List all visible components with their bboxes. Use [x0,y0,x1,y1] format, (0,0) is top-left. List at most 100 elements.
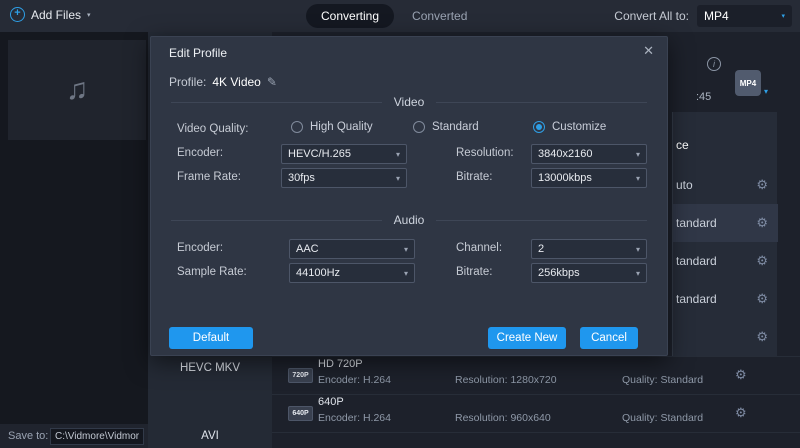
resolution-badge: 720P [288,368,313,383]
video-bitrate-select[interactable]: 13000kbps ▾ [531,168,647,188]
gear-icon[interactable]: ⚙ [756,329,768,345]
gear-icon[interactable]: ⚙ [735,405,747,421]
video-encoder-select[interactable]: HEVC/H.265 ▾ [281,144,407,164]
save-to-bar: Save to: C:\Vidmore\Vidmor [0,424,148,448]
music-note-icon: ♫ [66,73,89,107]
dropdown-item-standard[interactable]: tandard ⚙ [673,242,778,280]
chevron-down-icon: ▾ [87,11,91,19]
audio-bitrate-label: Bitrate: [456,266,492,278]
chevron-down-icon: ▾ [396,174,400,183]
chevron-down-icon: ▾ [404,245,408,254]
save-path-input[interactable]: C:\Vidmore\Vidmor [50,428,144,445]
output-format-dropdown-panel: ce uto ⚙ tandard ⚙ tandard ⚙ tandard ⚙ ⚙ [672,112,777,356]
radio-label: Customize [552,121,606,133]
dropdown-item-standard[interactable]: tandard ⚙ [673,280,778,318]
resolution-select[interactable]: 3840x2160 ▾ [531,144,647,164]
edit-pencil-icon[interactable]: ✎ [267,75,277,89]
create-new-button[interactable]: Create New [488,327,566,349]
format-row-720p[interactable]: 720P HD 720P Encoder: H.264 Resolution: … [272,356,800,394]
app-window: + Add Files ▾ Converting Converted Conve… [0,0,800,448]
chevron-down-icon: ▾ [636,269,640,278]
gear-icon[interactable]: ⚙ [756,177,768,193]
format-quality: Quality: Standard [622,412,703,424]
gear-icon[interactable]: ⚙ [735,367,747,383]
channel-label: Channel: [456,242,502,254]
convert-all-group: Convert All to: MP4 ▾ [614,5,792,27]
gear-icon[interactable]: ⚙ [756,215,768,231]
chevron-down-icon: ▾ [404,269,408,278]
gear-icon[interactable]: ⚙ [756,291,768,307]
convert-all-format-select[interactable]: MP4 ▾ [697,5,792,27]
mp4-format-icon: MP4 [735,70,761,96]
format-title: 640P [318,396,344,408]
file-thumbnail[interactable]: ♫ [8,40,146,140]
divider [171,102,382,103]
channel-value: 2 [538,243,544,255]
format-quality: Quality: Standard [622,374,703,386]
radio-standard[interactable]: Standard [413,121,479,133]
dropdown-item-standard[interactable]: tandard ⚙ [673,204,778,242]
resolution-label: Resolution: [456,147,514,159]
audio-bitrate-select[interactable]: 256kbps ▾ [531,263,647,283]
sample-rate-select[interactable]: 44100Hz ▾ [289,263,415,283]
edit-profile-dialog: Edit Profile ✕ Profile: 4K Video ✎ Video… [150,36,668,356]
category-hevc-mkv[interactable]: HEVC MKV [148,362,272,380]
gear-icon[interactable]: ⚙ [756,253,768,269]
dropdown-item-label: tandard [676,292,717,306]
category-avi[interactable]: AVI [148,430,272,448]
dropdown-item-auto[interactable]: uto ⚙ [673,166,778,204]
format-encoder: Encoder: H.264 [318,412,391,424]
video-bitrate-label: Bitrate: [456,171,492,183]
audio-bitrate-value: 256kbps [538,267,580,279]
dialog-title: Edit Profile [169,46,227,60]
frame-rate-label: Frame Rate: [177,171,241,183]
convert-all-format-value: MP4 [704,9,729,23]
divider [171,220,382,221]
close-icon[interactable]: ✕ [643,43,654,59]
save-to-label: Save to: [8,430,48,442]
sample-rate-label: Sample Rate: [177,266,247,278]
sample-rate-value: 44100Hz [296,267,340,279]
format-encoder: Encoder: H.264 [318,374,391,386]
dropdown-item-label: uto [676,178,693,192]
profile-label: Profile: [169,75,206,89]
top-bar: + Add Files ▾ Converting Converted Conve… [0,0,800,32]
dropdown-header: ce [676,130,689,160]
dropdown-item-label: tandard [676,254,717,268]
audio-encoder-select[interactable]: AAC ▾ [289,239,415,259]
format-row-640p[interactable]: 640P 640P Encoder: H.264 Resolution: 960… [272,394,800,432]
info-icon[interactable]: i [707,57,721,71]
add-files-button[interactable]: + Add Files ▾ [10,7,91,22]
radio-icon [533,121,545,133]
video-encoder-value: HEVC/H.265 [288,148,351,160]
audio-encoder-label: Encoder: [177,242,223,254]
cancel-button[interactable]: Cancel [580,327,638,349]
video-bitrate-value: 13000kbps [538,172,592,184]
tab-converting[interactable]: Converting [306,4,394,28]
dropdown-item-label: tandard [676,216,717,230]
chevron-down-icon: ▾ [636,174,640,183]
frame-rate-select[interactable]: 30fps ▾ [281,168,407,188]
channel-select[interactable]: 2 ▾ [531,239,647,259]
radio-customize[interactable]: Customize [533,121,606,133]
dropdown-item[interactable]: ⚙ [673,318,778,356]
default-button[interactable]: Default [169,327,253,349]
tab-converted[interactable]: Converted [404,4,475,28]
add-icon: + [10,7,25,22]
radio-high-quality[interactable]: High Quality [291,121,373,133]
radio-icon [413,121,425,133]
add-files-label: Add Files [31,8,81,22]
frame-rate-value: 30fps [288,172,315,184]
chevron-down-icon: ▾ [636,245,640,254]
format-row-576p[interactable]: 576P SD 576P [272,432,800,448]
resolution-badge: 640P [288,406,313,421]
format-title: HD 720P [318,358,363,370]
chevron-down-icon: ▾ [636,150,640,159]
format-resolution: Resolution: 960x640 [455,412,551,424]
file-output-format-button[interactable]: MP4 ▾ [735,70,768,96]
audio-encoder-value: AAC [296,243,319,255]
chevron-down-icon: ▾ [764,87,768,96]
video-encoder-label: Encoder: [177,147,223,159]
file-duration: :45 [696,91,711,103]
radio-icon [291,121,303,133]
